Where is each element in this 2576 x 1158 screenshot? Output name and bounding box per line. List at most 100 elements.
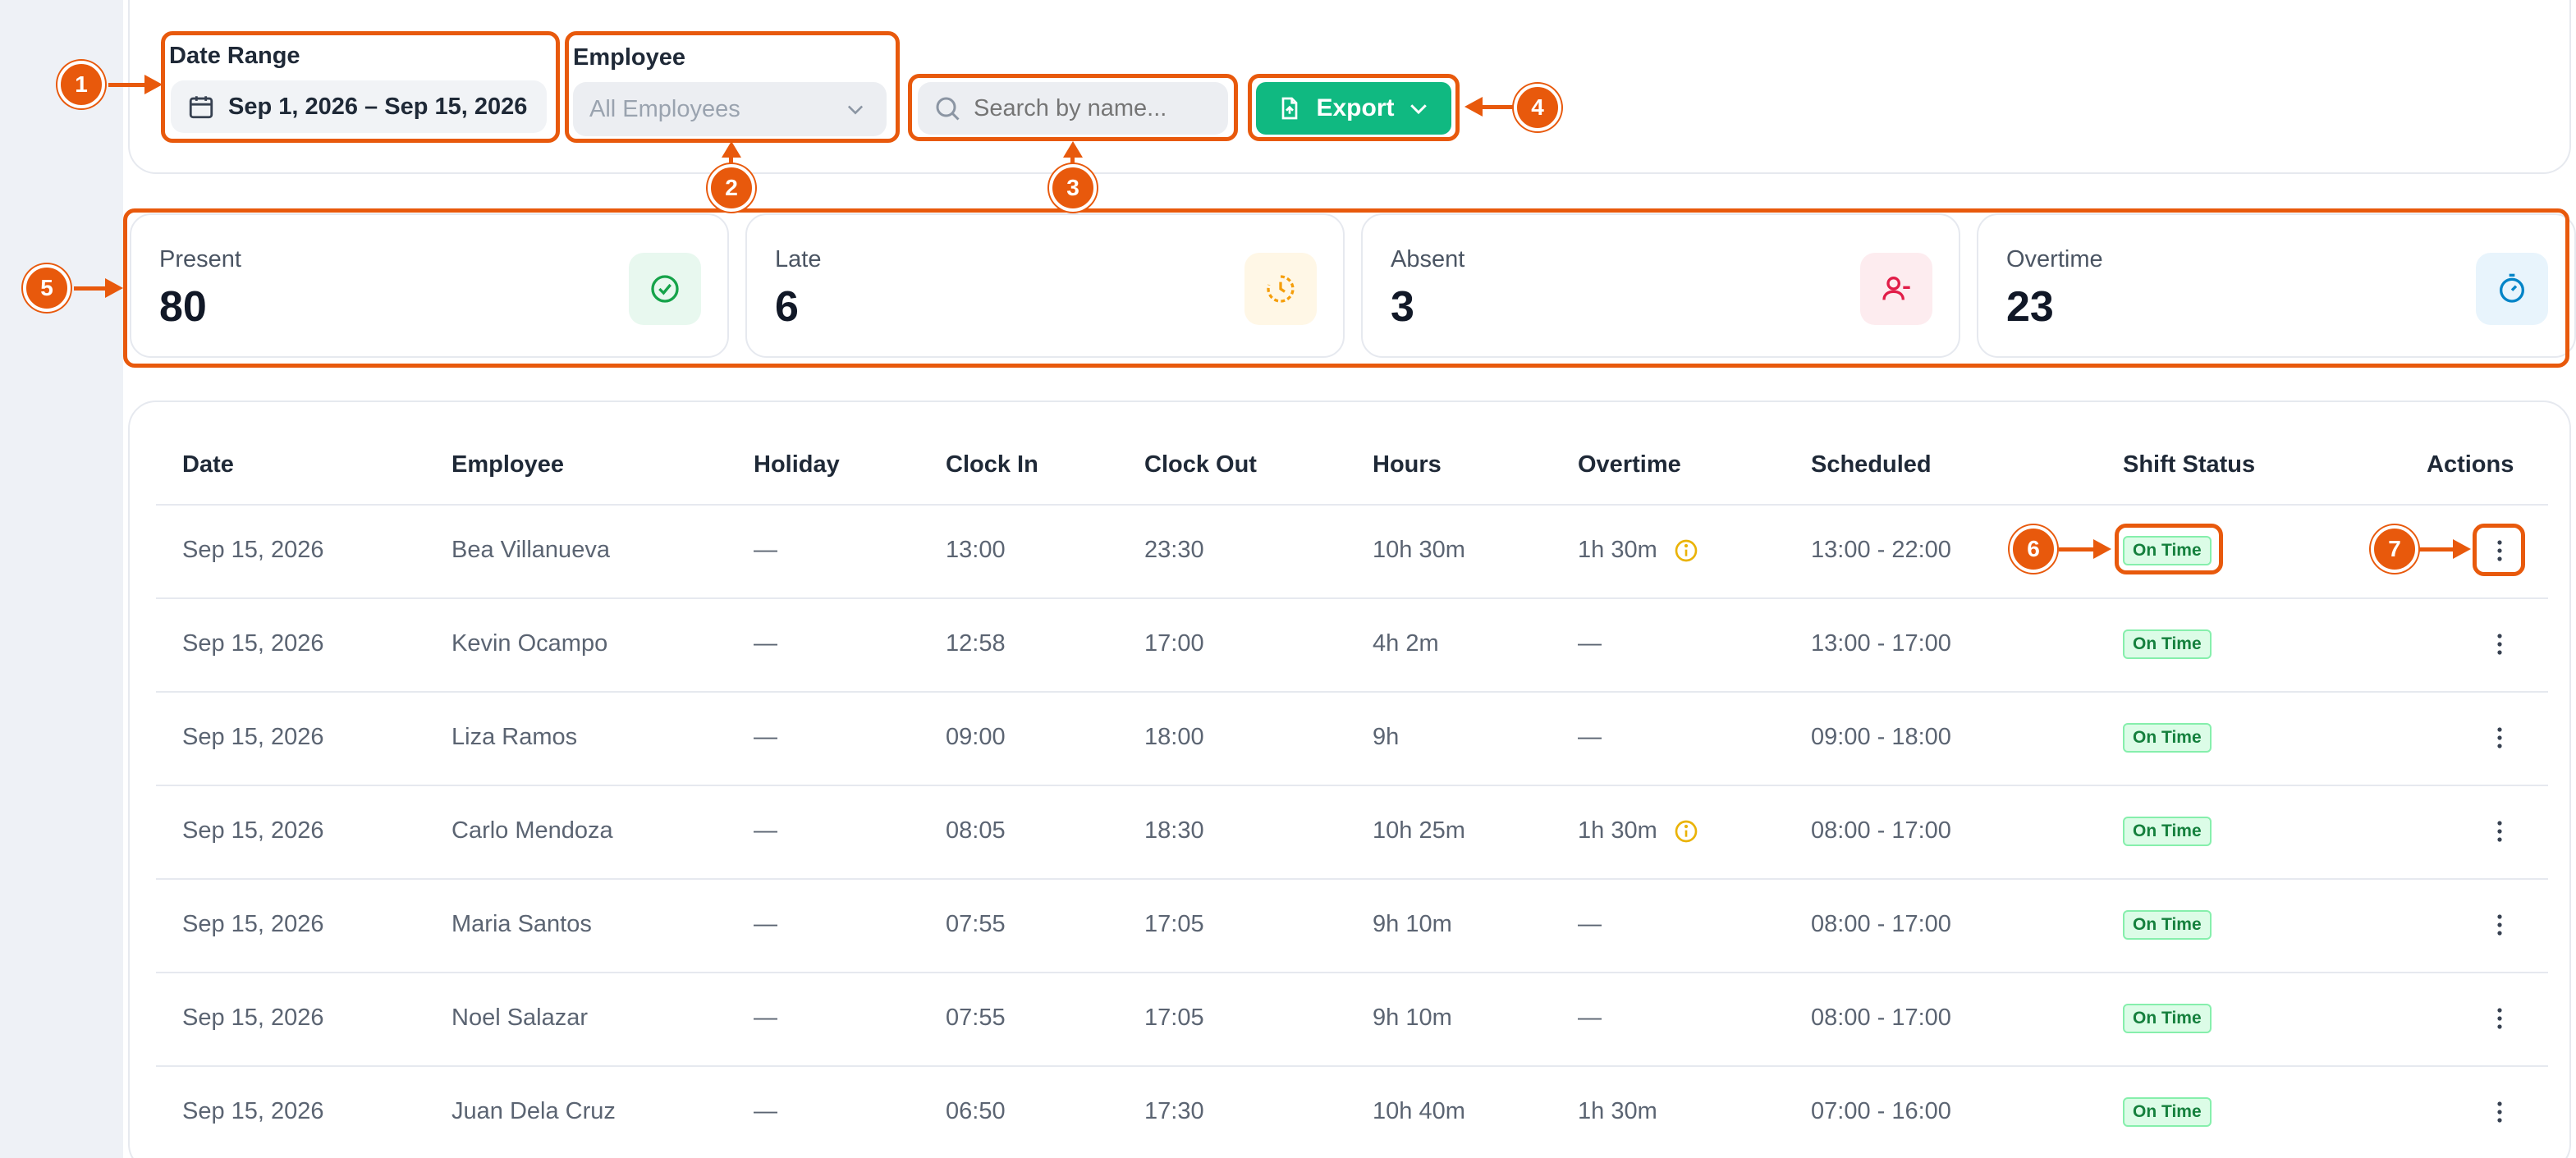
stat-value: 6: [775, 283, 799, 331]
chevron-down-icon: [847, 105, 864, 115]
arrowhead-icon: [722, 141, 741, 158]
row-divider: [156, 597, 2548, 599]
column-header-employee: Employee: [451, 451, 564, 478]
cell-scheduled: 13:00 - 22:00: [1811, 537, 1951, 563]
cell-hours: 9h: [1373, 724, 1400, 750]
cell-clock-out: 18:00: [1144, 724, 1204, 750]
cell-employee: Maria Santos: [451, 911, 592, 937]
cell-scheduled: 08:00 - 17:00: [1811, 1005, 1951, 1031]
row-divider: [156, 691, 2548, 693]
cell-overtime: 1h 30m: [1578, 1098, 1657, 1124]
cell-date: Sep 15, 2026: [182, 724, 324, 750]
stat-label: Present: [159, 246, 241, 272]
arrowhead-icon: [1464, 97, 1483, 117]
user-minus-icon: [1860, 253, 1932, 325]
callout-badge-1: 1: [57, 61, 105, 108]
cell-scheduled: 08:00 - 17:00: [1811, 911, 1951, 937]
check-circle-icon: [629, 253, 701, 325]
cell-hours: 4h 2m: [1373, 630, 1439, 657]
employee-label: Employee: [573, 44, 685, 71]
cell-date: Sep 15, 2026: [182, 1005, 324, 1031]
row-divider: [156, 972, 2548, 973]
clock-late-icon: [1244, 253, 1317, 325]
cell-date: Sep 15, 2026: [182, 911, 324, 937]
cell-clock-in: 13:00: [946, 537, 1006, 563]
column-header-actions: Actions: [2427, 451, 2514, 478]
column-header-date: Date: [182, 451, 234, 478]
arrowhead-icon: [2093, 539, 2111, 559]
more-vertical-icon: [2497, 727, 2502, 748]
cell-employee: Liza Ramos: [451, 724, 578, 750]
column-header-clock-out: Clock Out: [1144, 451, 1257, 478]
stat-card-absent: Absent 3: [1361, 213, 1960, 358]
cell-date: Sep 15, 2026: [182, 1098, 324, 1124]
search-input[interactable]: [974, 94, 1220, 122]
arrowhead-icon: [105, 278, 123, 298]
cell-clock-in: 07:55: [946, 911, 1006, 937]
status-badge: On Time: [2123, 1004, 2212, 1033]
callout-badge-6: 6: [2010, 525, 2057, 573]
row-actions-menu-button[interactable]: [2487, 628, 2512, 661]
row-actions-menu-button[interactable]: [2487, 909, 2512, 941]
date-range-picker[interactable]: Sep 1, 2026 – Sep 15, 2026: [171, 80, 547, 133]
export-label: Export: [1316, 94, 1395, 121]
cell-holiday: —: [754, 1005, 777, 1031]
search-field[interactable]: [918, 82, 1228, 135]
cell-clock-out: 17:05: [1144, 1005, 1204, 1031]
column-header-overtime: Overtime: [1578, 451, 1681, 478]
more-vertical-icon: [2497, 1101, 2502, 1123]
cell-clock-out: 18:30: [1144, 817, 1204, 844]
row-actions-menu-button[interactable]: [2487, 815, 2512, 848]
row-actions-menu-button[interactable]: [2487, 1096, 2512, 1128]
stat-value: 3: [1391, 283, 1414, 331]
callout-badge-5: 5: [23, 264, 71, 312]
row-actions-menu-button[interactable]: [2487, 1002, 2512, 1035]
export-button[interactable]: Export: [1256, 82, 1451, 135]
more-vertical-icon: [2497, 1008, 2502, 1029]
attendance-table: [128, 400, 2571, 1158]
arrowhead-icon: [1063, 141, 1083, 158]
cell-holiday: —: [754, 1098, 777, 1124]
cell-hours: 9h 10m: [1373, 1005, 1452, 1031]
column-header-holiday: Holiday: [754, 451, 840, 478]
stat-label: Absent: [1391, 246, 1465, 272]
info-icon[interactable]: [1673, 538, 1699, 568]
cell-employee: Juan Dela Cruz: [451, 1098, 616, 1124]
row-actions-menu-button[interactable]: [2487, 721, 2512, 754]
stat-label: Overtime: [2006, 246, 2103, 272]
date-range-value: Sep 1, 2026 – Sep 15, 2026: [228, 93, 528, 120]
more-vertical-icon: [2497, 540, 2502, 561]
cell-clock-out: 17:00: [1144, 630, 1204, 657]
status-badge: On Time: [2123, 817, 2212, 846]
cell-clock-in: 07:55: [946, 1005, 1006, 1031]
arrowhead-icon: [2453, 539, 2471, 559]
cell-clock-out: 23:30: [1144, 537, 1204, 563]
cell-scheduled: 08:00 - 17:00: [1811, 817, 1951, 844]
info-icon[interactable]: [1673, 818, 1699, 849]
stat-card-overtime: Overtime 23: [1977, 213, 2576, 358]
status-badge: On Time: [2123, 723, 2212, 753]
stat-label: Late: [775, 246, 822, 272]
cell-clock-out: 17:30: [1144, 1098, 1204, 1124]
cell-employee: Noel Salazar: [451, 1005, 589, 1031]
cell-date: Sep 15, 2026: [182, 537, 324, 563]
callout-badge-4: 4: [1514, 84, 1561, 131]
cell-employee: Carlo Mendoza: [451, 817, 613, 844]
chevron-down-icon: [1409, 104, 1427, 115]
callout-badge-7: 7: [2371, 525, 2418, 573]
more-vertical-icon: [2497, 634, 2502, 655]
stat-value: 23: [2006, 283, 2054, 331]
cell-holiday: —: [754, 537, 777, 563]
cell-scheduled: 09:00 - 18:00: [1811, 724, 1951, 750]
row-actions-menu-button[interactable]: [2487, 534, 2512, 567]
cell-overtime: —: [1578, 630, 1602, 657]
employee-select[interactable]: All Employees: [573, 82, 887, 136]
cell-hours: 9h 10m: [1373, 911, 1452, 937]
left-sidebar-strip: [0, 0, 123, 1158]
cell-overtime: —: [1578, 911, 1602, 937]
cell-employee: Kevin Ocampo: [451, 630, 608, 657]
callout-badge-2: 2: [708, 164, 755, 212]
arrow-6: [2059, 547, 2095, 552]
more-vertical-icon: [2497, 821, 2502, 842]
column-header-hours: Hours: [1373, 451, 1442, 478]
